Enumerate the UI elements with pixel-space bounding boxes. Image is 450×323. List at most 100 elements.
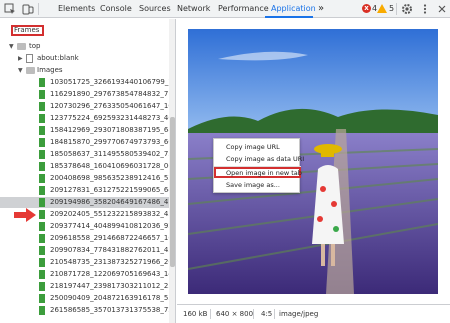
list-item[interactable]: 116291890_297673854784832_71587 [0,89,176,100]
tree-item-top[interactable]: ▼ top [0,41,175,52]
image-file-icon [39,210,45,219]
tab-elements[interactable]: Elements [58,0,95,18]
tab-performance[interactable]: Performance [218,0,269,18]
list-item[interactable]: 103051725_3266193440106799_7512 [0,77,176,88]
page-icon [26,54,33,63]
image-file-icon [39,162,45,171]
image-file-icon [39,78,45,87]
image-file-name: 209377414_404899410812036_92159 [50,222,176,230]
image-file-icon [39,258,45,267]
list-item[interactable]: 158412969_293071808387195_6803 [0,125,176,136]
list-item[interactable]: 185058637_311495580539402_75130 [0,149,176,160]
image-file-icon [39,306,45,315]
tab-sources[interactable]: Sources [139,0,171,18]
folder-icon [17,43,26,50]
image-file-icon [39,270,45,279]
tab-console[interactable]: Console [100,0,132,18]
tree-item-label: Images [37,66,63,74]
chevron-down-icon[interactable]: ▼ [18,65,23,76]
image-aspect-ratio: 4:5 [261,310,273,318]
list-item[interactable]: 209127831_631275221599065_64212 [0,185,176,196]
warning-count[interactable]: 5 [389,0,394,18]
list-item[interactable]: 210548735_231387325271966_26961 [0,257,175,268]
tree-item-images[interactable]: ▼ Images [0,65,175,76]
image-mime-type: image/jpeg [279,310,319,318]
device-toolbar-icon[interactable] [22,3,34,15]
image-file-icon [39,246,45,255]
list-item[interactable]: 250090409_204872163916178_535514 [0,293,175,304]
status-divider [274,309,275,319]
close-devtools-icon[interactable] [436,3,448,15]
menu-item-save-image-as[interactable]: Save image as... [214,180,301,191]
tree-item-label: top [29,42,41,50]
menu-item-copy-image-data-uri[interactable]: Copy image as data URI [214,154,304,165]
image-file-icon [39,222,45,231]
image-file-name: 218197447_239817303211012_259903 [50,282,175,290]
toolbar-divider [38,3,39,15]
image-file-icon [39,150,45,159]
list-item[interactable]: 209907834_778431882762011_43743 [0,245,175,256]
image-file-icon [39,198,45,207]
list-item[interactable]: 218197447_239817303211012_259903 [0,281,175,292]
image-dimensions: 640 × 800 [216,310,254,318]
image-file-name: 210871728_122069705169643_1437 [50,270,176,278]
image-file-name: 209194986_358204649167486_47497 [50,198,176,206]
list-item[interactable]: 209377414_404899410812036_92159 [0,221,176,232]
tree-item-label: about:blank [37,54,79,62]
frames-section-header[interactable]: Frames [11,25,44,36]
menu-item-copy-image-url[interactable]: Copy image URL [214,142,301,153]
image-status-bar: 160 kB 640 × 800 4:5 image/jpeg [177,304,450,323]
image-file-icon [39,90,45,99]
folder-icon [26,67,35,74]
image-file-name: 103051725_3266193440106799_7512 [50,78,176,86]
tree-item-about-blank[interactable]: ▶ about:blank [0,53,175,64]
chevron-down-icon[interactable]: ▼ [9,41,14,52]
status-divider [210,309,211,319]
image-file-icon [39,102,45,111]
image-size: 160 kB [183,310,208,318]
image-file-icon [39,294,45,303]
scrollbar-thumb[interactable] [170,117,175,267]
image-file-name: 261586585_357013731375538_72637 [50,306,176,314]
warning-badge-icon[interactable] [377,4,387,13]
image-file-name: 116291890_297673854784832_71587 [50,90,176,98]
list-item[interactable]: 261586585_357013731375538_72637 [0,305,176,316]
image-file-icon [39,282,45,291]
tab-network[interactable]: Network [177,0,210,18]
image-file-name: 120730296_276335054061647_1008 [50,102,176,110]
image-file-name: 209202405_551232215893832_43445 [50,210,176,218]
image-file-icon [39,114,45,123]
image-file-name: 209618558_291466872246657_16389 [50,234,176,242]
image-file-name: 158412969_293071808387195_6803 [50,126,176,134]
list-item[interactable]: 123775224_692593231448273_46488 [0,113,176,124]
image-file-name: 123775224_692593231448273_46488 [50,114,176,122]
list-item[interactable]: 210871728_122069705169643_1437 [0,269,176,280]
image-file-icon [39,234,45,243]
list-item[interactable]: 185378648_160410696031728_0680 [0,161,175,172]
inspect-element-icon[interactable] [4,3,16,15]
list-item-selected[interactable]: 209194986_358204649167486_47497 [0,197,176,208]
active-tab-indicator [265,16,313,18]
image-file-icon [39,186,45,195]
list-item[interactable]: 209618558_291466872246657_16389 [0,233,176,244]
chevron-right-icon[interactable]: ▶ [18,53,23,64]
more-options-icon[interactable] [419,3,431,15]
menu-item-open-image-new-tab[interactable]: Open image in new tab [214,167,302,178]
list-item[interactable]: 200408698_985635238912416_52855 [0,173,176,184]
devtools-tab-bar: Elements Console Sources Network Perform… [0,0,450,47]
image-file-icon [39,138,45,147]
list-item[interactable]: 184815870_299770674973793_60231 [0,137,176,148]
image-file-name: 209127831_631275221599065_64212 [50,186,176,194]
more-tabs-button[interactable]: » [318,0,324,17]
toolbar-divider [396,3,397,15]
settings-gear-icon[interactable] [401,3,413,15]
image-file-name: 200408698_985635238912416_52855 [50,174,176,182]
image-file-name: 185058637_311495580539402_75130 [50,150,176,158]
list-item[interactable]: 120730296_276335054061647_1008 [0,101,176,112]
image-file-icon [39,126,45,135]
image-file-icon [39,174,45,183]
error-badge-icon[interactable]: x [362,4,371,13]
red-right-arrow-annotation [14,208,36,222]
image-file-name: 184815870_299770674973793_60231 [50,138,176,146]
image-context-menu: Copy image URL Copy image as data URI Op… [213,138,304,193]
